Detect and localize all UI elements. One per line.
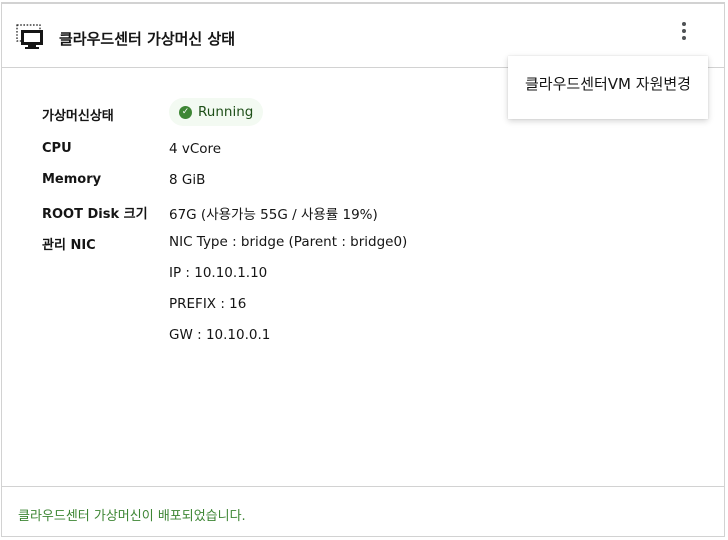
deployment-status-message: 클라우드센터 가상머신이 배포되었습니다. [18, 509, 246, 524]
detail-row-nic-gw: GW : 10.10.0.1 [2, 324, 724, 348]
detail-row-memory: Memory 8 GiB [2, 169, 724, 193]
nic-ip-value: IP : 10.10.1.10 [169, 265, 268, 281]
card-title: 클라우드센터 가상머신 상태 [59, 30, 236, 48]
actions-dropdown-menu: 클라우드센터VM 자원변경 [508, 56, 708, 119]
nic-prefix-value: PREFIX : 16 [169, 296, 247, 312]
status-value: Running [198, 104, 254, 120]
detail-row-nic-prefix: PREFIX : 16 [2, 293, 724, 317]
cpu-value: 4 vCore [169, 141, 222, 157]
nic-label: 관리 NIC [42, 238, 96, 253]
detail-row-cpu: CPU 4 vCore [2, 138, 724, 162]
nic-gateway-value: GW : 10.10.0.1 [169, 327, 271, 343]
check-circle-icon: ✓ [179, 105, 192, 119]
nic-type-value: NIC Type : bridge (Parent : bridge0) [169, 234, 408, 250]
virtual-machine-icon [16, 24, 46, 50]
status-badge: ✓ Running [169, 98, 264, 126]
root-disk-label: ROOT Disk 크기 [42, 207, 148, 222]
detail-row-nic: 관리 NIC NIC Type : bridge (Parent : bridg… [2, 231, 724, 255]
memory-value: 8 GiB [169, 172, 206, 188]
cpu-label: CPU [42, 141, 72, 156]
menu-item-change-resources[interactable]: 클라우드센터VM 자원변경 [525, 73, 691, 94]
memory-label: Memory [42, 172, 102, 187]
detail-row-root-disk: ROOT Disk 크기 67G (사용가능 55G / 사용률 19%) [2, 200, 724, 224]
root-disk-value: 67G (사용가능 55G / 사용률 19%) [169, 207, 378, 223]
status-label: 가상머신상태 [42, 109, 114, 124]
card-footer: 클라우드센터 가상머신이 배포되었습니다. [2, 486, 724, 538]
kebab-menu-icon[interactable] [678, 20, 690, 42]
vm-status-card: 클라우드센터 가상머신 상태 클라우드센터VM 자원변경 가상머신상태 ✓ Ru… [1, 2, 725, 537]
detail-row-nic-ip: IP : 10.10.1.10 [2, 262, 724, 286]
